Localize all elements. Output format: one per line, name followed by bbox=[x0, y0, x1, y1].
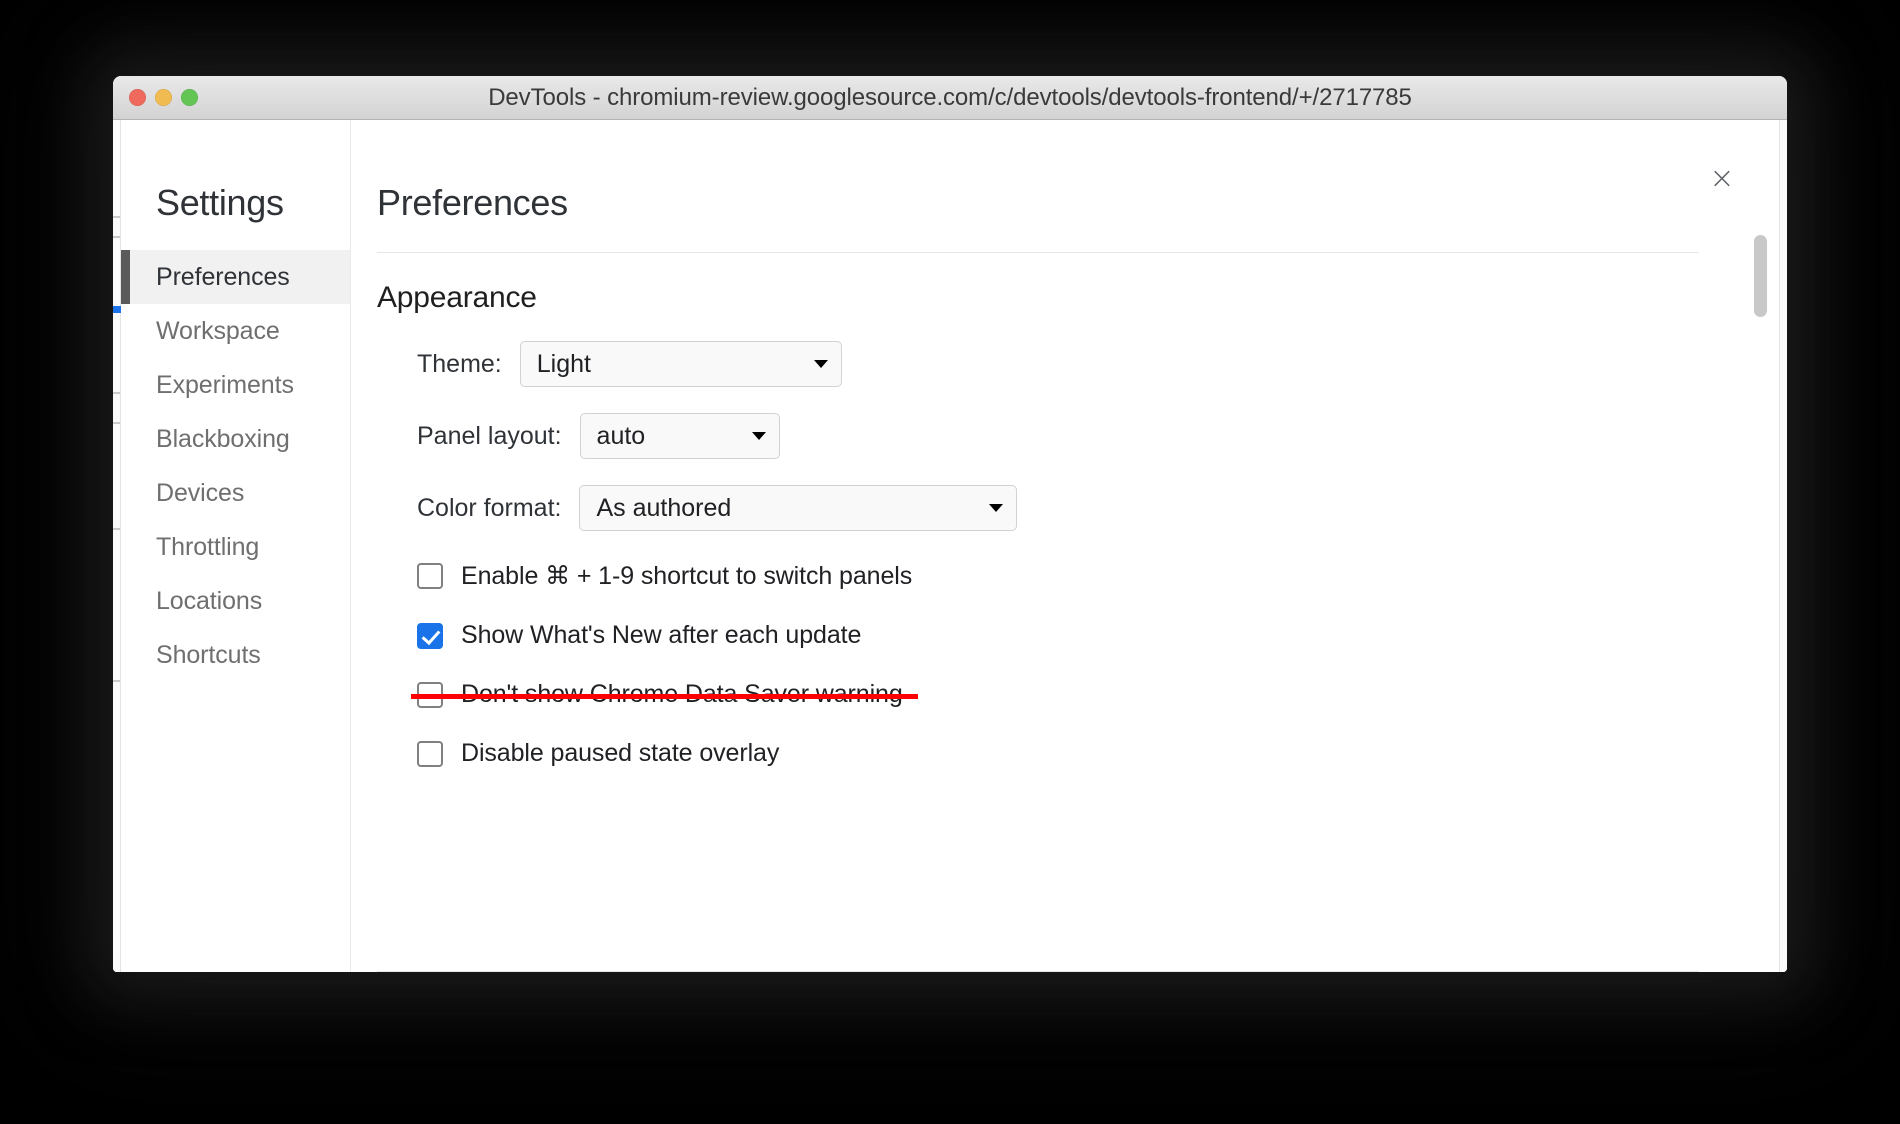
edge-tick bbox=[113, 236, 120, 238]
page-left-edge bbox=[113, 120, 121, 972]
content-bottom-border bbox=[377, 971, 1699, 972]
field-row-theme: Theme: Light bbox=[351, 341, 1779, 387]
color-format-select[interactable]: As authored bbox=[579, 485, 1018, 531]
edge-tick bbox=[113, 680, 120, 682]
sidebar-item-shortcuts[interactable]: Shortcuts bbox=[121, 628, 350, 682]
edge-highlight bbox=[113, 306, 121, 313]
sidebar-item-experiments[interactable]: Experiments bbox=[121, 358, 350, 412]
sidebar-item-blackboxing[interactable]: Blackboxing bbox=[121, 412, 350, 466]
field-row-panel-layout: Panel layout: auto bbox=[351, 413, 1779, 459]
checkbox-row-switch-panels[interactable]: Enable ⌘ + 1-9 shortcut to switch panels bbox=[351, 561, 1779, 591]
window-titlebar: DevTools - chromium-review.googlesource.… bbox=[113, 76, 1787, 120]
checkbox-label: Don't show Chrome Data Saver warning bbox=[461, 680, 903, 708]
color-format-select-value: As authored bbox=[596, 493, 732, 522]
theme-select[interactable]: Light bbox=[519, 341, 842, 387]
edge-tick bbox=[113, 528, 120, 530]
chevron-down-icon bbox=[751, 432, 766, 440]
checkbox-whats-new[interactable] bbox=[417, 622, 443, 649]
checkbox-label: Enable ⌘ + 1-9 shortcut to switch panels bbox=[461, 562, 913, 590]
panel-layout-select-value: auto bbox=[596, 421, 646, 450]
edge-tick bbox=[113, 392, 120, 394]
color-format-label: Color format: bbox=[417, 493, 562, 522]
chevron-down-icon bbox=[989, 504, 1004, 512]
dialog-panes: Settings Preferences Workspace Experimen… bbox=[121, 120, 1779, 972]
settings-dialog: × Settings Preferences Workspace Experim… bbox=[121, 120, 1779, 972]
screen: DevTools - chromium-review.googlesource.… bbox=[0, 0, 1900, 1124]
checkbox-data-saver-warning[interactable] bbox=[417, 681, 443, 708]
page-right-edge bbox=[1779, 120, 1787, 972]
content-scrollbar-thumb[interactable] bbox=[1754, 235, 1767, 317]
browser-window: DevTools - chromium-review.googlesource.… bbox=[113, 76, 1787, 972]
panel-layout-label: Panel layout: bbox=[417, 421, 562, 450]
content-separator bbox=[377, 252, 1699, 253]
checkbox-row-whats-new[interactable]: Show What's New after each update bbox=[351, 621, 1779, 650]
checkbox-row-paused-overlay[interactable]: Disable paused state overlay bbox=[351, 739, 1779, 768]
sidebar-item-workspace[interactable]: Workspace bbox=[121, 304, 350, 358]
sidebar-item-label: Devices bbox=[156, 478, 245, 507]
content-scrollbar-track[interactable] bbox=[1754, 235, 1767, 958]
section-title-appearance: Appearance bbox=[377, 281, 537, 314]
sidebar-item-label: Locations bbox=[156, 586, 263, 615]
window-title: DevTools - chromium-review.googlesource.… bbox=[488, 83, 1412, 111]
sidebar-item-label: Shortcuts bbox=[156, 640, 261, 669]
sidebar-item-label: Throttling bbox=[156, 532, 260, 561]
sidebar-item-label: Preferences bbox=[156, 262, 290, 291]
page-title: Preferences bbox=[377, 182, 568, 223]
chevron-down-icon bbox=[813, 360, 828, 368]
sidebar-item-label: Workspace bbox=[156, 316, 280, 345]
panel-layout-select[interactable]: auto bbox=[579, 413, 780, 459]
minimize-window-button[interactable] bbox=[155, 89, 172, 106]
settings-sidebar: Settings Preferences Workspace Experimen… bbox=[121, 120, 351, 972]
traffic-light-group bbox=[129, 76, 198, 119]
field-row-color-format: Color format: As authored bbox=[351, 485, 1779, 531]
checkbox-label: Disable paused state overlay bbox=[461, 739, 780, 767]
sidebar-item-locations[interactable]: Locations bbox=[121, 574, 350, 628]
sidebar-title: Settings bbox=[156, 182, 284, 223]
checkbox-switch-panels[interactable] bbox=[417, 563, 443, 589]
edge-tick bbox=[113, 216, 120, 218]
settings-content: Preferences Appearance Theme: Light Pane… bbox=[351, 120, 1779, 972]
sidebar-item-devices[interactable]: Devices bbox=[121, 466, 350, 520]
zoom-window-button[interactable] bbox=[181, 89, 198, 106]
edge-tick bbox=[113, 422, 120, 424]
sidebar-item-preferences[interactable]: Preferences bbox=[121, 250, 350, 304]
window-body: × Settings Preferences Workspace Experim… bbox=[113, 120, 1787, 972]
sidebar-item-label: Experiments bbox=[156, 370, 294, 399]
theme-label: Theme: bbox=[417, 349, 502, 378]
sidebar-item-label: Blackboxing bbox=[156, 424, 290, 453]
checkbox-paused-overlay[interactable] bbox=[417, 740, 443, 767]
theme-select-value: Light bbox=[536, 349, 591, 378]
sidebar-item-throttling[interactable]: Throttling bbox=[121, 520, 350, 574]
checkbox-row-data-saver-warning[interactable]: Don't show Chrome Data Saver warning bbox=[351, 680, 1779, 709]
close-window-button[interactable] bbox=[129, 89, 146, 106]
checkbox-label: Show What's New after each update bbox=[461, 621, 862, 649]
